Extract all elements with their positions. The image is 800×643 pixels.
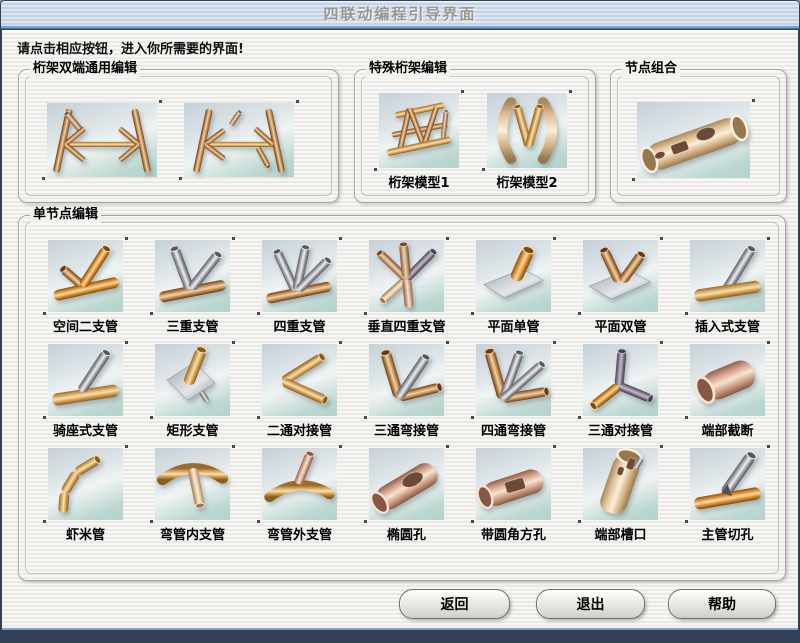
help-button[interactable]: 帮助 bbox=[668, 589, 776, 619]
tile-label: 四重支管 bbox=[273, 316, 325, 335]
window-title: 四联动编程引导界面 bbox=[1, 1, 799, 28]
group-node-combo: 节点组合 bbox=[610, 69, 787, 203]
group-title: 单节点编辑 bbox=[30, 207, 101, 223]
group-truss-general-body bbox=[19, 70, 338, 202]
group-truss-general: 桁架双端通用编辑 bbox=[18, 69, 339, 203]
tile-label: 三通弯接管 bbox=[374, 420, 439, 439]
group-single-node: 单节点编辑 空间二支管三重支管四重支管垂直四重支管平面单管平面双管插入式支管骑座… bbox=[18, 215, 786, 581]
four-way-elbow-icon bbox=[476, 344, 551, 416]
tile-three-way-elbow[interactable]: 三通弯接管 bbox=[353, 344, 460, 448]
tile-truss-model-2[interactable]: 桁架模型2 bbox=[487, 93, 567, 191]
ellipse-hole-icon bbox=[369, 448, 444, 520]
tile-end-slot[interactable]: 端部槽口 bbox=[567, 448, 674, 552]
tile-bend-inner-branch[interactable]: 弯管内支管 bbox=[139, 448, 246, 552]
tile-label: 矩形支管 bbox=[166, 420, 218, 439]
plane-double-pipe-icon bbox=[583, 240, 658, 312]
main-pipe-cut-hole-icon bbox=[690, 448, 765, 520]
tile-insert-branch[interactable]: 插入式支管 bbox=[674, 240, 781, 344]
tile-label: 骑座式支管 bbox=[53, 420, 118, 439]
plane-single-pipe-icon bbox=[476, 240, 551, 312]
tile-label: 空间二支管 bbox=[53, 316, 118, 335]
tile-end-cutoff[interactable]: 端部截断 bbox=[674, 344, 781, 448]
tile-label: 二通对接管 bbox=[267, 420, 332, 439]
tile-truss-arrow-1[interactable] bbox=[47, 103, 157, 177]
shrimp-pipe-icon bbox=[48, 448, 123, 520]
tile-label: 主管切孔 bbox=[701, 524, 753, 543]
tile-label: 桁架模型1 bbox=[379, 172, 459, 191]
tile-label: 平面双管 bbox=[594, 316, 646, 335]
tile-quad-branch[interactable]: 四重支管 bbox=[246, 240, 353, 344]
tile-saddle-branch[interactable]: 骑座式支管 bbox=[32, 344, 139, 448]
end-cutoff-icon bbox=[690, 344, 765, 416]
instruction-text: 请点击相应按钮，进入你所需要的界面! bbox=[17, 38, 244, 57]
truss-model-2-icon bbox=[487, 93, 567, 168]
back-button[interactable]: 返回 bbox=[399, 589, 510, 619]
tile-bend-outer-branch[interactable]: 弯管外支管 bbox=[246, 448, 353, 552]
window: 四联动编程引导界面 请点击相应按钮，进入你所需要的界面! 桁架双端通用编辑 特殊… bbox=[0, 0, 800, 643]
tile-rounded-square-hole[interactable]: 带圆角方孔 bbox=[460, 448, 567, 552]
titlebar: 四联动编程引导界面 bbox=[1, 1, 799, 29]
tile-combined-node[interactable] bbox=[637, 102, 750, 178]
tile-ellipse-hole[interactable]: 椭圆孔 bbox=[353, 448, 460, 552]
truss-arrow-1-icon bbox=[47, 103, 157, 177]
tile-label: 插入式支管 bbox=[695, 316, 760, 335]
group-truss-special: 特殊桁架编辑 桁架模型1桁架模型2 bbox=[354, 69, 596, 203]
tile-main-pipe-cut-hole[interactable]: 主管切孔 bbox=[674, 448, 781, 552]
rect-branch-icon bbox=[155, 344, 230, 416]
tile-rect-branch[interactable]: 矩形支管 bbox=[139, 344, 246, 448]
tile-label: 桁架模型2 bbox=[487, 172, 567, 191]
tile-two-way-butt[interactable]: 二通对接管 bbox=[246, 344, 353, 448]
triple-branch-icon bbox=[155, 240, 230, 312]
client-area: 请点击相应按钮，进入你所需要的界面! 桁架双端通用编辑 特殊桁架编辑 桁架模型1… bbox=[2, 30, 798, 630]
tile-shrimp-pipe[interactable]: 虾米管 bbox=[32, 448, 139, 552]
rounded-square-hole-icon bbox=[476, 448, 551, 520]
tile-label: 弯管外支管 bbox=[267, 524, 332, 543]
group-title: 节点组合 bbox=[622, 61, 680, 77]
group-truss-special-body: 桁架模型1 桁架模型2 bbox=[355, 70, 595, 202]
tile-space-two-branch[interactable]: 空间二支管 bbox=[32, 240, 139, 344]
truss-model-1-icon bbox=[379, 93, 459, 168]
bend-outer-branch-icon bbox=[262, 448, 337, 520]
tile-truss-model-1[interactable]: 桁架模型1 bbox=[379, 93, 459, 191]
bend-inner-branch-icon bbox=[155, 448, 230, 520]
group-node-combo-body bbox=[611, 70, 786, 202]
tile-label: 垂直四重支管 bbox=[367, 316, 445, 335]
tile-label: 端部槽口 bbox=[594, 524, 646, 543]
tile-vertical-quad-branch[interactable]: 垂直四重支管 bbox=[353, 240, 460, 344]
end-slot-icon bbox=[583, 448, 658, 520]
tile-truss-arrow-2[interactable] bbox=[184, 103, 294, 177]
exit-button[interactable]: 退出 bbox=[536, 589, 645, 619]
group-title: 桁架双端通用编辑 bbox=[30, 61, 140, 77]
tile-label: 端部截断 bbox=[701, 420, 753, 439]
truss-arrow-2-icon bbox=[184, 103, 294, 177]
quad-branch-icon bbox=[262, 240, 337, 312]
tile-label: 椭圆孔 bbox=[387, 524, 426, 543]
three-way-elbow-icon bbox=[369, 344, 444, 416]
tile-label: 带圆角方孔 bbox=[481, 524, 546, 543]
tile-label: 三通对接管 bbox=[588, 420, 653, 439]
insert-branch-icon bbox=[690, 240, 765, 312]
tile-label: 弯管内支管 bbox=[160, 524, 225, 543]
tile-label: 虾米管 bbox=[66, 524, 105, 543]
group-title: 特殊桁架编辑 bbox=[366, 61, 450, 77]
tile-four-way-elbow[interactable]: 四通弯接管 bbox=[460, 344, 567, 448]
space-two-branch-icon bbox=[48, 240, 123, 312]
tile-triple-branch[interactable]: 三重支管 bbox=[139, 240, 246, 344]
single-node-grid: 空间二支管 三重支管 四重支管 垂直四重支管 平面单管 平面双管 插入式支管骑座式支管 矩形支… bbox=[32, 240, 781, 552]
tile-label: 三重支管 bbox=[166, 316, 218, 335]
tile-plane-single-pipe[interactable]: 平面单管 bbox=[460, 240, 567, 344]
tile-three-way-butt[interactable]: 三通对接管 bbox=[567, 344, 674, 448]
three-way-butt-icon bbox=[583, 344, 658, 416]
tile-plane-double-pipe[interactable]: 平面双管 bbox=[567, 240, 674, 344]
combined-node-icon bbox=[637, 102, 750, 178]
vertical-quad-branch-icon bbox=[369, 240, 444, 312]
two-way-butt-icon bbox=[262, 344, 337, 416]
saddle-branch-icon bbox=[48, 344, 123, 416]
tile-label: 平面单管 bbox=[487, 316, 539, 335]
tile-label: 四通弯接管 bbox=[481, 420, 546, 439]
